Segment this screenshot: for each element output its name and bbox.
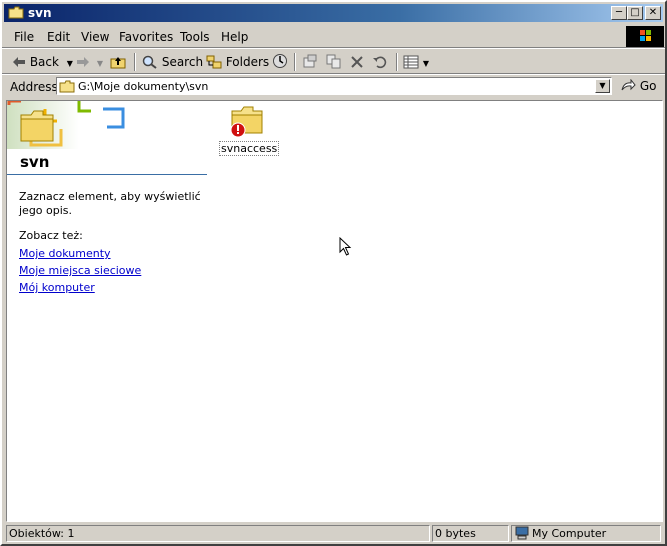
go-button[interactable]: Go bbox=[620, 78, 657, 93]
move-to-button[interactable] bbox=[302, 53, 318, 71]
folder-item-svnaccess[interactable]: svnaccess bbox=[217, 103, 280, 156]
toolbar-separator bbox=[396, 53, 398, 71]
menu-separator bbox=[2, 47, 665, 49]
link-moje-dokumenty[interactable]: Moje dokumenty bbox=[19, 247, 111, 260]
move-to-icon bbox=[303, 54, 317, 68]
copy-to-icon bbox=[326, 54, 341, 69]
menu-view[interactable]: View bbox=[81, 30, 109, 44]
folder-icon bbox=[8, 6, 24, 19]
forward-button[interactable]: ▼ bbox=[76, 53, 103, 71]
address-bar: Address G:\Moje dokumenty\svn ▼ Go bbox=[4, 75, 663, 99]
folder-item-label: svnaccess bbox=[219, 141, 280, 156]
menu-favorites[interactable]: Favorites bbox=[119, 30, 173, 44]
forward-arrow-icon bbox=[77, 57, 89, 67]
toolbar-separator bbox=[134, 53, 136, 71]
status-zone-label: My Computer bbox=[532, 527, 607, 540]
status-object-count: Obiektów: 1 bbox=[6, 525, 430, 542]
search-label: Search bbox=[161, 55, 204, 69]
history-icon bbox=[273, 54, 287, 68]
undo-button[interactable] bbox=[372, 53, 388, 71]
minimize-button[interactable]: ─ bbox=[611, 6, 627, 20]
panel-description: Zaznacz element, aby wyświetlić jego opi… bbox=[19, 190, 201, 217]
address-label: Address bbox=[10, 80, 58, 94]
folder-error-icon bbox=[230, 106, 263, 138]
mouse-cursor-icon bbox=[339, 237, 352, 256]
my-computer-icon bbox=[515, 526, 529, 540]
folders-button[interactable]: Folders bbox=[206, 53, 269, 71]
forward-dropdown-icon[interactable]: ▼ bbox=[97, 59, 103, 68]
menu-edit[interactable]: Edit bbox=[47, 30, 70, 44]
up-folder-icon bbox=[110, 57, 126, 69]
address-dropdown-button[interactable]: ▼ bbox=[595, 79, 610, 93]
menu-file[interactable]: File bbox=[14, 30, 34, 44]
back-arrow-icon bbox=[13, 57, 25, 67]
windows-logo-icon bbox=[626, 26, 664, 48]
delete-button[interactable] bbox=[350, 53, 364, 71]
search-icon bbox=[142, 55, 157, 69]
menu-bar: File Edit View Favorites Tools Help bbox=[4, 26, 664, 48]
standard-toolbar: Back ▼ ▼ Search Folders ▼ bbox=[4, 50, 663, 74]
views-icon bbox=[403, 55, 419, 69]
toolbar-separator bbox=[294, 53, 296, 71]
views-dropdown-icon[interactable]: ▼ bbox=[423, 59, 429, 68]
folder-view[interactable]: svn Zaznacz element, aby wyświetlić jego… bbox=[6, 100, 663, 522]
close-button[interactable]: ✕ bbox=[645, 6, 661, 20]
search-button[interactable]: Search bbox=[142, 53, 203, 71]
back-label: Back bbox=[29, 55, 59, 69]
folder-banner-image bbox=[7, 101, 127, 149]
status-bar: Obiektów: 1 0 bytes My Computer bbox=[4, 524, 663, 542]
explorer-window: svn ─ □ ✕ File Edit View Favorites Tools… bbox=[0, 0, 667, 546]
link-moje-miejsca-sieciowe[interactable]: Moje miejsca sieciowe bbox=[19, 264, 141, 277]
status-zone: My Computer bbox=[511, 525, 661, 542]
address-input[interactable]: G:\Moje dokumenty\svn ▼ bbox=[56, 77, 612, 95]
status-size: 0 bytes bbox=[432, 525, 509, 542]
go-arrow-icon bbox=[621, 78, 636, 91]
undo-icon bbox=[373, 56, 387, 69]
menu-help[interactable]: Help bbox=[221, 30, 248, 44]
web-view-panel: svn Zaznacz element, aby wyświetlić jego… bbox=[7, 101, 210, 521]
folders-icon bbox=[206, 55, 222, 69]
history-button[interactable] bbox=[272, 53, 288, 71]
delete-icon bbox=[351, 56, 363, 68]
link-moj-komputer[interactable]: Mój komputer bbox=[19, 281, 95, 294]
back-dropdown-icon[interactable]: ▼ bbox=[67, 59, 73, 68]
folder-icon bbox=[59, 80, 75, 93]
copy-to-button[interactable] bbox=[326, 53, 342, 71]
menu-tools[interactable]: Tools bbox=[180, 30, 210, 44]
window-title: svn bbox=[28, 6, 52, 20]
folders-label: Folders bbox=[225, 55, 270, 69]
title-bar[interactable]: svn ─ □ ✕ bbox=[4, 4, 663, 22]
views-button[interactable]: ▼ bbox=[403, 53, 429, 71]
panel-title-underline bbox=[7, 174, 207, 175]
go-label: Go bbox=[639, 79, 657, 93]
address-value: G:\Moje dokumenty\svn bbox=[78, 80, 209, 93]
see-also-label: Zobacz też: bbox=[19, 229, 83, 242]
maximize-button[interactable]: □ bbox=[627, 6, 643, 20]
back-button[interactable]: Back ▼ bbox=[12, 53, 73, 71]
panel-title: svn bbox=[20, 153, 50, 171]
up-folder-button[interactable] bbox=[110, 53, 126, 71]
